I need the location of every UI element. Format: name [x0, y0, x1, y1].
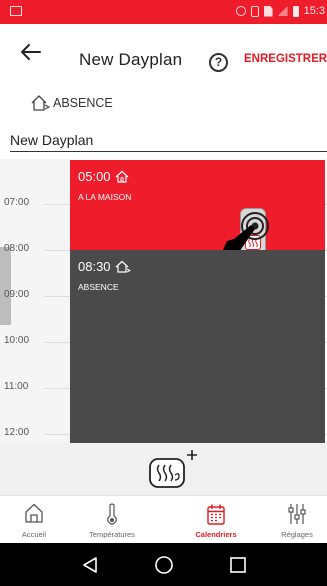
hour-label: 11:00 [4, 381, 29, 392]
sync-icon [235, 6, 246, 16]
hour-label: 10:00 [4, 335, 30, 346]
block-mode-label: ABSENCE [78, 282, 119, 292]
app-header: New Dayplan ? ENREGISTRER [0, 24, 327, 80]
block-start-time: 05:00 [78, 169, 111, 184]
battery-icon [292, 5, 299, 17]
nav-item-accueil[interactable]: Accueil [4, 496, 64, 544]
house-away-icon [115, 260, 131, 273]
nav-label: Calendriers [195, 530, 237, 539]
hour-label: 09:00 [4, 289, 30, 300]
recents-square-icon[interactable] [229, 556, 247, 574]
house-away-icon [31, 95, 50, 111]
nav-item-reglages[interactable]: Réglages [268, 496, 326, 544]
nav-label: Accueil [21, 530, 47, 539]
vibrate-icon [250, 5, 259, 17]
mode-selector[interactable]: ABSENCE [30, 93, 113, 113]
home-icon [25, 503, 43, 523]
bottom-navigation: Accueil Températures Calendriers Réglage… [0, 495, 327, 543]
schedule-block-home[interactable]: 05:00 A LA MAISON [70, 160, 325, 278]
save-button[interactable]: ENREGISTRER [244, 53, 327, 65]
schedule-block-away[interactable]: 08:30 ABSENCE [70, 250, 325, 443]
nav-item-temperatures[interactable]: Températures [72, 496, 152, 544]
page-title: New Dayplan [79, 50, 183, 69]
thermometer-icon [107, 503, 117, 525]
sliders-icon [288, 504, 306, 524]
no-sim-icon [263, 5, 273, 17]
signal-icon [277, 6, 288, 16]
back-button[interactable] [18, 40, 44, 64]
help-button[interactable]: ? [209, 53, 228, 72]
block-mode-label: A LA MAISON [78, 192, 132, 202]
heater-add-icon [149, 450, 197, 488]
mode-label: ABSENCE [53, 96, 113, 110]
add-heating-block-button[interactable] [145, 448, 203, 490]
timeline[interactable]: 07:00 08:00 09:00 10:00 11:00 12:00 05:0… [0, 159, 327, 443]
hour-label: 08:00 [4, 243, 30, 254]
dayplan-name-input[interactable]: New Dayplan [10, 126, 327, 152]
image-notification-icon [10, 6, 22, 16]
status-bar: 15:3 [0, 0, 327, 24]
nav-item-calendriers[interactable]: Calendriers [182, 496, 250, 544]
add-block-bar [0, 443, 327, 495]
back-triangle-icon[interactable] [81, 556, 99, 574]
timeline-scrollbar[interactable] [0, 247, 11, 325]
home-circle-icon[interactable] [154, 555, 174, 575]
hour-label: 12:00 [4, 427, 30, 438]
nav-label: Réglages [281, 530, 313, 539]
status-time: 15:3 [303, 5, 325, 17]
nav-label: Températures [89, 530, 135, 539]
android-navigation-bar [0, 543, 327, 586]
arrow-left-icon [21, 44, 41, 60]
block-start-time: 08:30 [78, 259, 111, 274]
house-home-icon [115, 170, 128, 183]
hour-label: 07:00 [4, 197, 30, 208]
calendar-icon [207, 504, 225, 525]
